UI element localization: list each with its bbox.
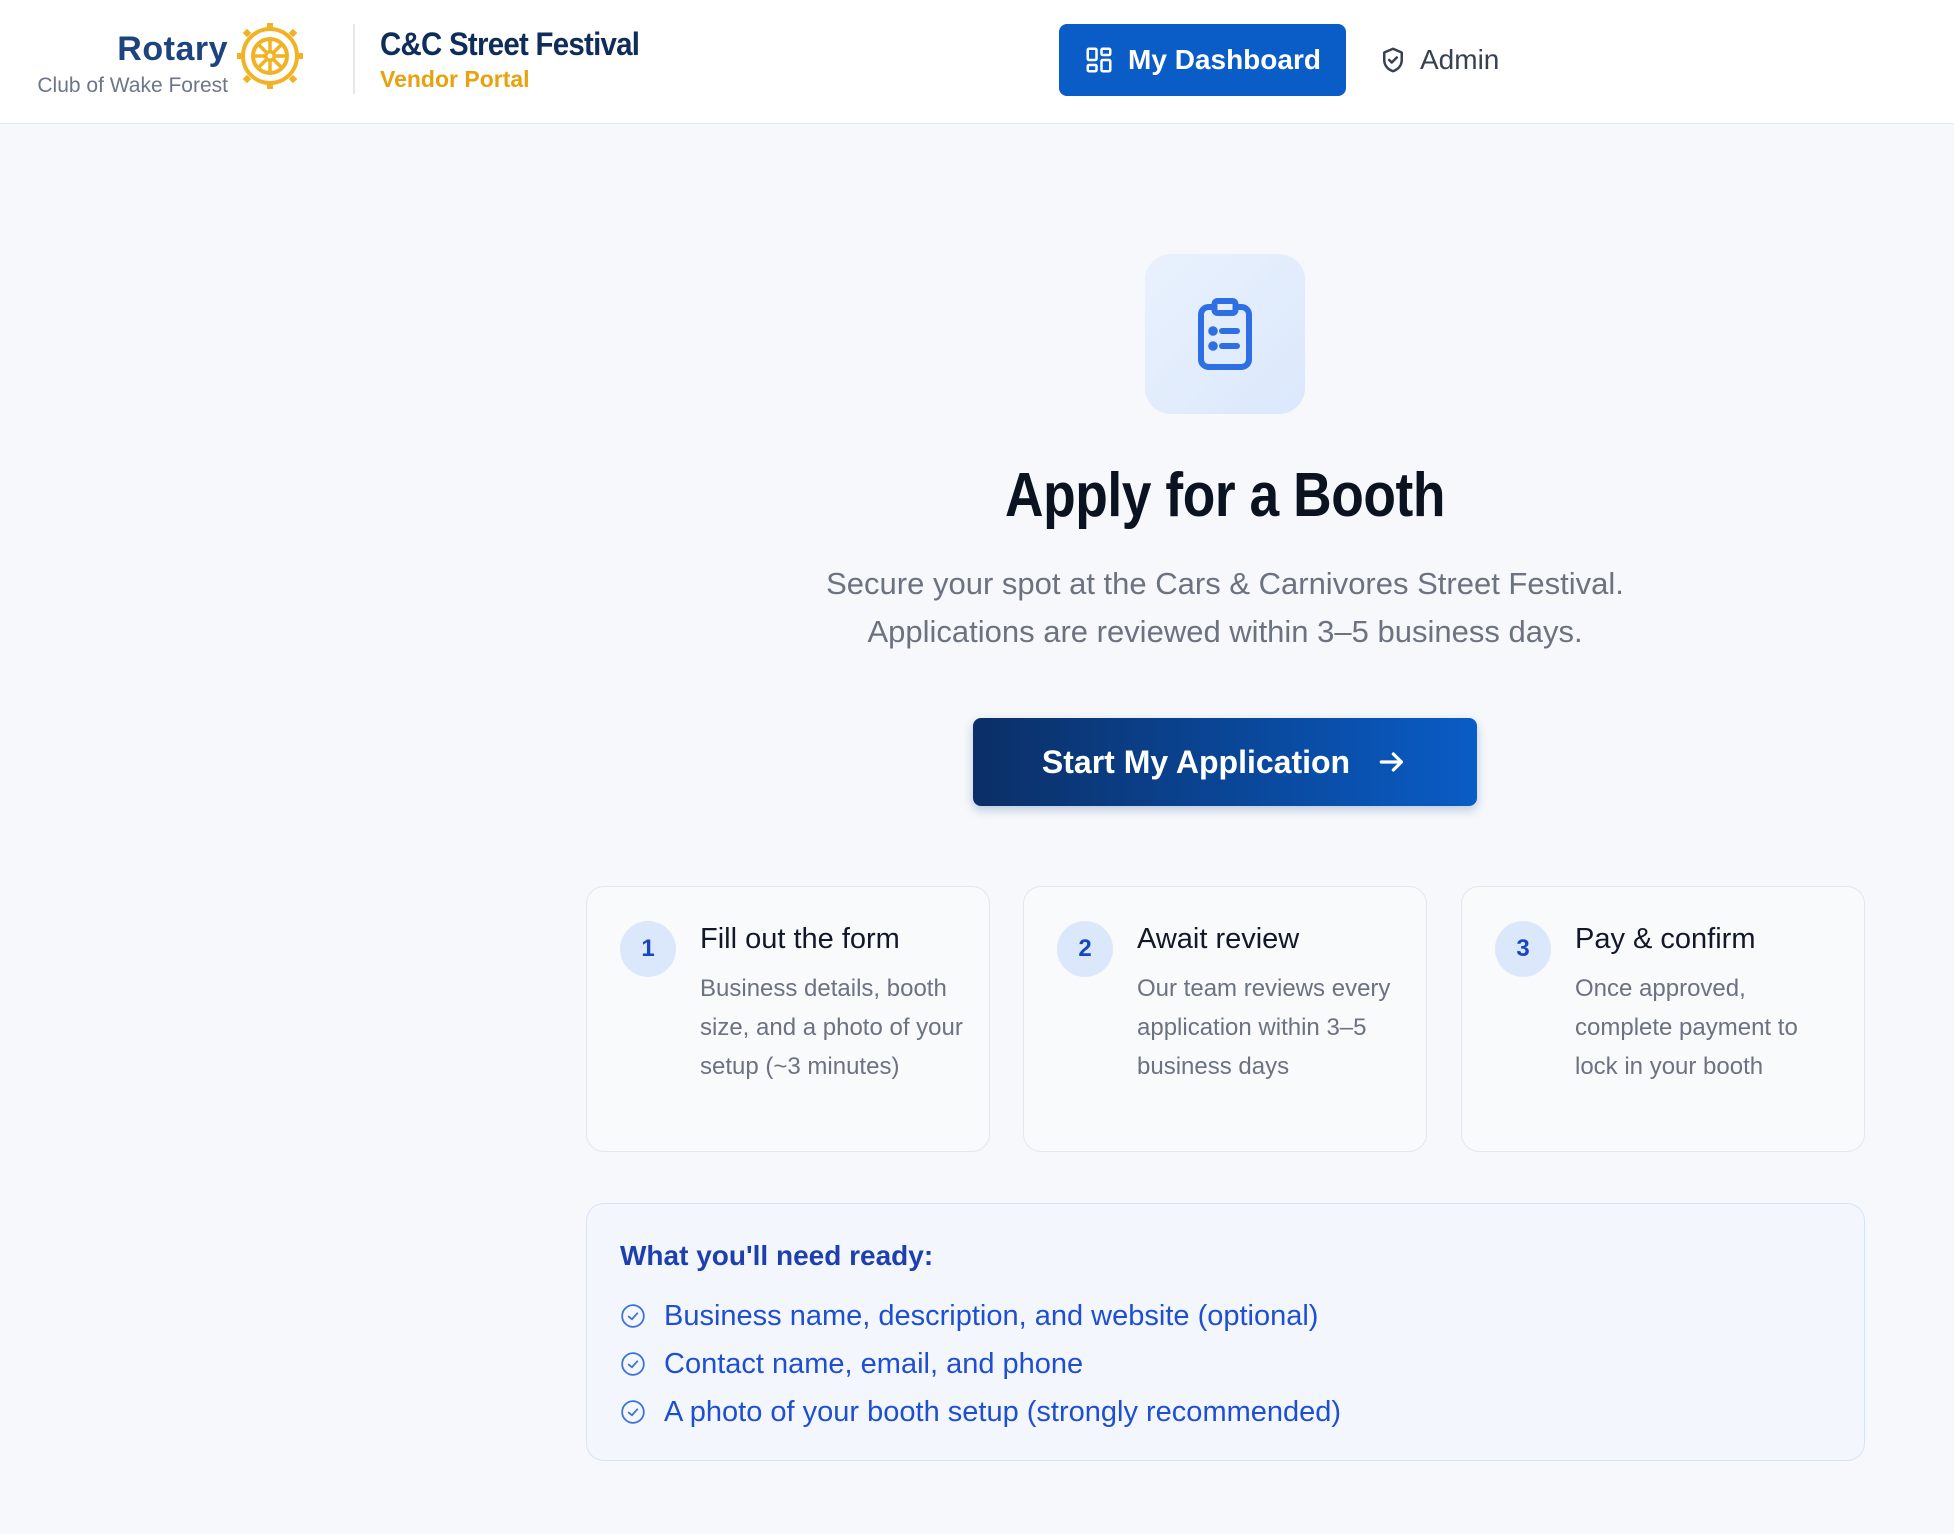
step-number-badge: 1 — [620, 921, 676, 977]
top-header: Rotary Club of Wake Forest C&C Street Fe… — [0, 0, 1954, 124]
step-description: Once approved, complete payment to lock … — [1575, 975, 1798, 1080]
hero-subtitle-line-2: Applications are reviewed within 3–5 bus… — [867, 614, 1583, 649]
dashboard-grid-icon — [1086, 47, 1112, 73]
list-item: Contact name, email, and phone — [620, 1340, 1341, 1388]
rotary-logo[interactable]: Rotary Club of Wake Forest — [34, 22, 304, 102]
step-number-badge: 2 — [1057, 921, 1113, 977]
rotary-logo-club: Club of Wake Forest — [37, 74, 228, 97]
rotary-logo-word: Rotary — [117, 30, 228, 68]
step-card-2: 2 Await review Our team reviews every ap… — [1023, 886, 1427, 1152]
step-number-badge: 3 — [1495, 921, 1551, 977]
step-description: Our team reviews every application withi… — [1137, 975, 1391, 1080]
requirement-text: Business name, description, and website … — [664, 1299, 1319, 1332]
start-application-button[interactable]: Start My Application — [973, 718, 1477, 806]
requirement-text: Contact name, email, and phone — [664, 1347, 1084, 1380]
shield-check-icon — [1383, 47, 1403, 73]
page-title: Apply for a Booth — [1005, 461, 1445, 530]
hero-subtitle: Secure your spot at the Cars & Carnivore… — [725, 560, 1725, 656]
step-title: Pay & confirm — [1575, 923, 1756, 955]
clipboard-list-icon — [1145, 254, 1305, 414]
requirements-list: Business name, description, and website … — [620, 1292, 1341, 1436]
check-circle-icon — [621, 1304, 645, 1328]
list-item: Business name, description, and website … — [620, 1292, 1341, 1340]
my-dashboard-label: My Dashboard — [1128, 44, 1321, 75]
step-title: Fill out the form — [700, 923, 900, 955]
step-card-1: 1 Fill out the form Business details, bo… — [586, 886, 990, 1152]
list-item: A photo of your booth setup (strongly re… — [620, 1388, 1341, 1436]
start-application-label: Start My Application — [1041, 743, 1351, 780]
admin-label: Admin — [1420, 44, 1500, 75]
arrow-right-icon — [1379, 752, 1404, 772]
admin-link[interactable]: Admin — [1378, 24, 1499, 96]
check-circle-icon — [621, 1352, 645, 1376]
header-divider — [353, 24, 355, 94]
requirement-text: A photo of your booth setup (strongly re… — [664, 1395, 1342, 1428]
hero-subtitle-line-1: Secure your spot at the Cars & Carnivore… — [826, 566, 1624, 601]
rotary-wheel-icon — [237, 23, 303, 89]
step-description: Business details, booth size, and a phot… — [700, 975, 963, 1080]
requirements-title: What you'll need ready: — [620, 1240, 934, 1271]
brand-subtitle: Vendor Portal — [380, 66, 530, 92]
my-dashboard-button[interactable]: My Dashboard — [1059, 24, 1346, 96]
step-card-3: 3 Pay & confirm Once approved, complete … — [1461, 886, 1865, 1152]
step-title: Await review — [1137, 923, 1300, 955]
steps-row: 1 Fill out the form Business details, bo… — [586, 886, 1865, 1152]
requirements-panel: What you'll need ready: Business name, d… — [586, 1203, 1865, 1461]
brand-title[interactable]: C&C Street Festival — [380, 26, 640, 63]
check-circle-icon — [621, 1400, 645, 1424]
